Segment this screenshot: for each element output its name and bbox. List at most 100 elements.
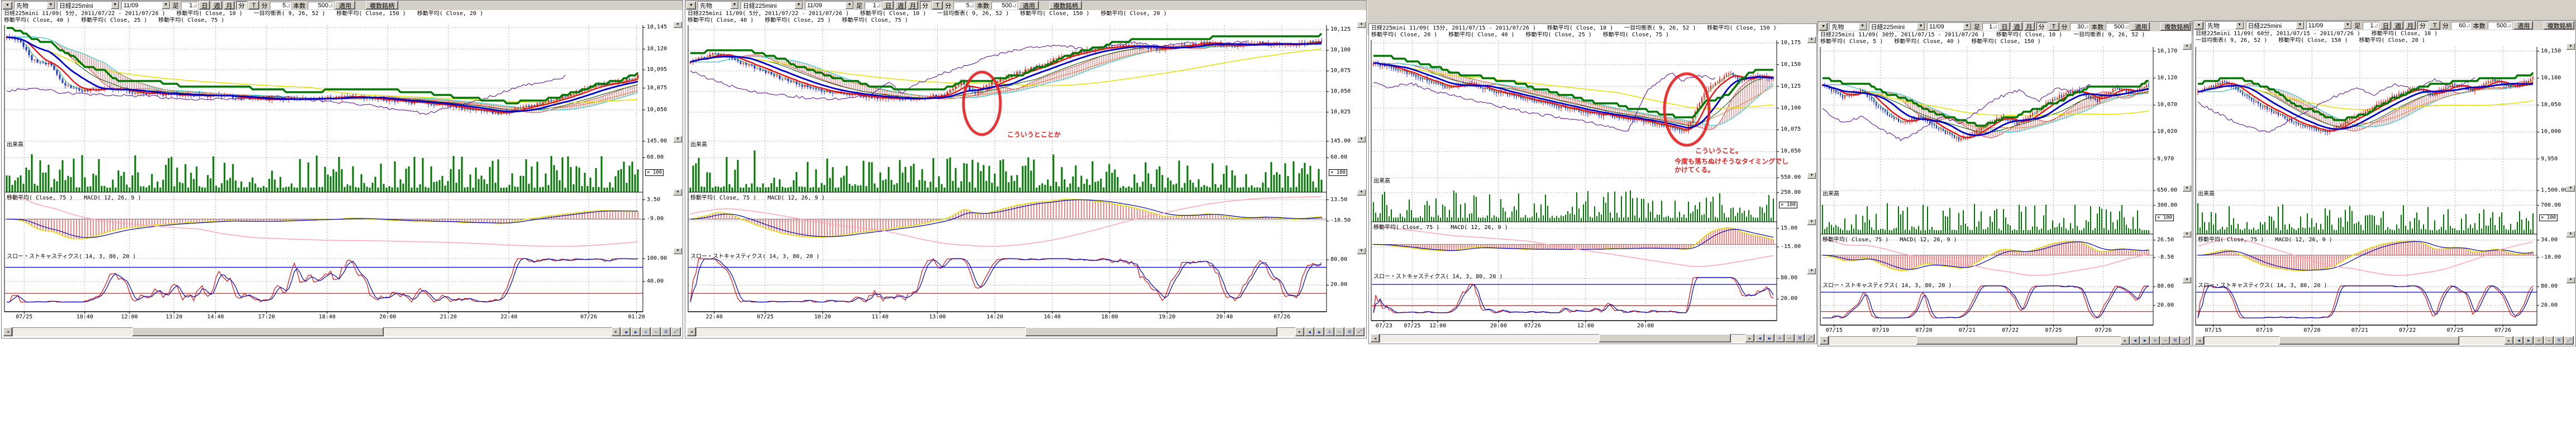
scroll-nav-button[interactable]: ◀ <box>1305 327 1314 336</box>
scroll-right-button[interactable]: ► <box>612 327 621 336</box>
scroll-nav-button[interactable]: ⤢ <box>2564 336 2574 345</box>
macd-axis-label: -10.00 <box>2541 255 2561 260</box>
scroll-nav-button[interactable]: ＋ <box>641 327 651 336</box>
volume-axis-label: 60.00 <box>1330 155 1347 160</box>
scroll-nav-button[interactable]: ＋ <box>1325 327 1334 336</box>
chart-canvas[interactable] <box>2193 0 2576 347</box>
axis-dropdown-button[interactable]: ▼ <box>1357 136 1366 142</box>
chart-canvas[interactable] <box>1817 0 2192 347</box>
scroll-nav-button[interactable]: ＋ <box>2150 336 2160 345</box>
scroll-left-button[interactable]: ◄ <box>3 327 12 336</box>
scroll-nav-button[interactable]: Ｒ <box>661 327 671 336</box>
scrollbar-track[interactable] <box>1829 336 2121 345</box>
scroll-nav-button[interactable]: Ｒ <box>1795 334 1805 342</box>
scroll-nav-button[interactable]: ▶ <box>1765 334 1774 342</box>
axis-dropdown-button[interactable]: ▼ <box>2567 231 2575 237</box>
scroll-left-button[interactable]: ◄ <box>1820 336 1829 345</box>
price-axis-label: 10,120 <box>2157 75 2177 81</box>
scroll-nav-button[interactable]: Ｒ <box>2554 336 2564 345</box>
time-axis-label: 07/26 <box>2095 328 2112 333</box>
axis-dropdown-button[interactable]: ▼ <box>2183 277 2191 283</box>
scroll-nav-button[interactable]: Ｒ <box>1345 327 1354 336</box>
axis-dropdown-button[interactable]: ▼ <box>2183 185 2191 192</box>
scroll-nav-button[interactable]: ▶ <box>2524 336 2534 345</box>
scrollbar-track[interactable] <box>1380 334 1745 342</box>
volume-axis-label: 700.00 <box>2541 203 2561 208</box>
scroll-nav-button[interactable]: － <box>1335 327 1344 336</box>
price-axis-label: 10,075 <box>1781 127 1801 132</box>
scroll-nav-button[interactable]: － <box>2160 336 2170 345</box>
macd-axis-label: 15.00 <box>1781 226 1797 231</box>
scroll-nav-button[interactable]: ◀ <box>2514 336 2523 345</box>
macd-axis-label: 34.00 <box>2541 237 2558 243</box>
scroll-nav-button[interactable]: ◀ <box>1755 334 1764 342</box>
scroll-nav-button[interactable]: － <box>2544 336 2554 345</box>
scroll-nav-button[interactable]: ⤢ <box>671 327 681 336</box>
scroll-nav-button[interactable]: ⤢ <box>1805 334 1815 342</box>
scroll-nav-button[interactable]: Ｒ <box>2170 336 2180 345</box>
scroll-right-button[interactable]: ► <box>2505 336 2513 345</box>
time-axis-label: 01:20 <box>628 314 645 320</box>
scrollbar-track[interactable] <box>2204 336 2505 345</box>
volume-scale-badge: × 100 <box>1779 202 1797 208</box>
axis-dropdown-button[interactable]: ▼ <box>2567 185 2575 192</box>
axis-dropdown-button[interactable]: ▼ <box>2567 277 2575 283</box>
scroll-right-button[interactable]: ► <box>2121 336 2130 345</box>
scroll-nav-button[interactable]: ＋ <box>1775 334 1785 342</box>
price-axis-label: 10,125 <box>1781 84 1801 89</box>
chart-canvas[interactable]: こういうとことか <box>685 0 1367 339</box>
volume-axis-label: 145.00 <box>1330 139 1351 144</box>
axis-dropdown-button[interactable]: ▼ <box>1357 22 1366 28</box>
chart-canvas[interactable]: こういうこと。今度も落ちぬけそうなタイミングでしかけてくる。 <box>1368 0 1817 345</box>
axis-dropdown-button[interactable]: ▼ <box>1807 173 1816 179</box>
annotation-text: こういうこと。 <box>1695 147 1742 155</box>
scroll-left-button[interactable]: ◄ <box>2195 336 2204 345</box>
axis-dropdown-button[interactable]: ▼ <box>1357 248 1366 254</box>
scrollbar-track[interactable] <box>696 327 1295 336</box>
scrollbar-thumb[interactable] <box>2279 336 2460 345</box>
stoch-axis-label: 80.00 <box>2541 284 2558 289</box>
scrollbar-track[interactable] <box>12 327 612 336</box>
axis-dropdown-button[interactable]: ▼ <box>1807 268 1816 274</box>
price-axis-label: 10,075 <box>1330 68 1351 74</box>
axis-dropdown-button[interactable]: ▼ <box>2183 231 2191 237</box>
scrollbar-thumb[interactable] <box>132 327 384 336</box>
scroll-right-button[interactable]: ► <box>1745 334 1754 342</box>
axis-dropdown-button[interactable]: ▼ <box>674 189 682 196</box>
price-axis-label: 10,050 <box>647 107 667 113</box>
scrollbar-thumb[interactable] <box>1599 334 1731 342</box>
scroll-nav-button[interactable]: ＋ <box>2534 336 2544 345</box>
scroll-nav-button[interactable]: ▶ <box>2140 336 2150 345</box>
scrollbar-thumb[interactable] <box>1916 336 2077 345</box>
axis-dropdown-button[interactable]: ▼ <box>674 136 682 142</box>
scroll-left-button[interactable]: ◄ <box>1371 334 1380 342</box>
scroll-nav-button[interactable]: － <box>1785 334 1795 342</box>
scroll-nav-button[interactable]: ▶ <box>1315 327 1324 336</box>
scroll-nav-button[interactable]: － <box>651 327 661 336</box>
stochastics-label: スロー・ストキャスティクス( 14, 3, 80, 20 ) <box>1823 283 1952 289</box>
time-axis-label: 18:00 <box>1101 314 1118 320</box>
scroll-nav-button[interactable]: ◀ <box>621 327 631 336</box>
stoch-axis-label: 100.00 <box>647 256 667 261</box>
axis-dropdown-button[interactable]: ▼ <box>1807 37 1816 43</box>
axis-dropdown-button[interactable]: ▼ <box>674 248 682 254</box>
price-axis-label: 9,970 <box>2157 156 2174 162</box>
chart-scrollbar: ◄ ► ◀▶＋－Ｒ⤢ <box>687 327 1365 336</box>
chart-canvas[interactable] <box>1 0 683 339</box>
volume-axis-label: 60.00 <box>647 155 664 160</box>
axis-dropdown-button[interactable]: ▼ <box>1807 219 1816 225</box>
axis-dropdown-button[interactable]: ▼ <box>1357 189 1366 196</box>
scroll-left-button[interactable]: ◄ <box>687 327 696 336</box>
time-axis-label: 14:20 <box>986 314 1003 320</box>
scroll-nav-button[interactable]: ⤢ <box>2181 336 2190 345</box>
scroll-nav-button[interactable]: ⤢ <box>1355 327 1365 336</box>
macd-axis-label: -8.50 <box>2157 255 2174 260</box>
scroll-nav-button[interactable]: ▶ <box>631 327 641 336</box>
scroll-right-button[interactable]: ► <box>1295 327 1304 336</box>
scroll-nav-button[interactable]: ◀ <box>2130 336 2140 345</box>
scrollbar-thumb[interactable] <box>1025 327 1277 336</box>
price-axis-label: 10,050 <box>1781 149 1801 154</box>
axis-dropdown-button[interactable]: ▼ <box>2567 44 2575 50</box>
axis-dropdown-button[interactable]: ▼ <box>2183 44 2191 50</box>
axis-dropdown-button[interactable]: ▼ <box>674 22 682 28</box>
